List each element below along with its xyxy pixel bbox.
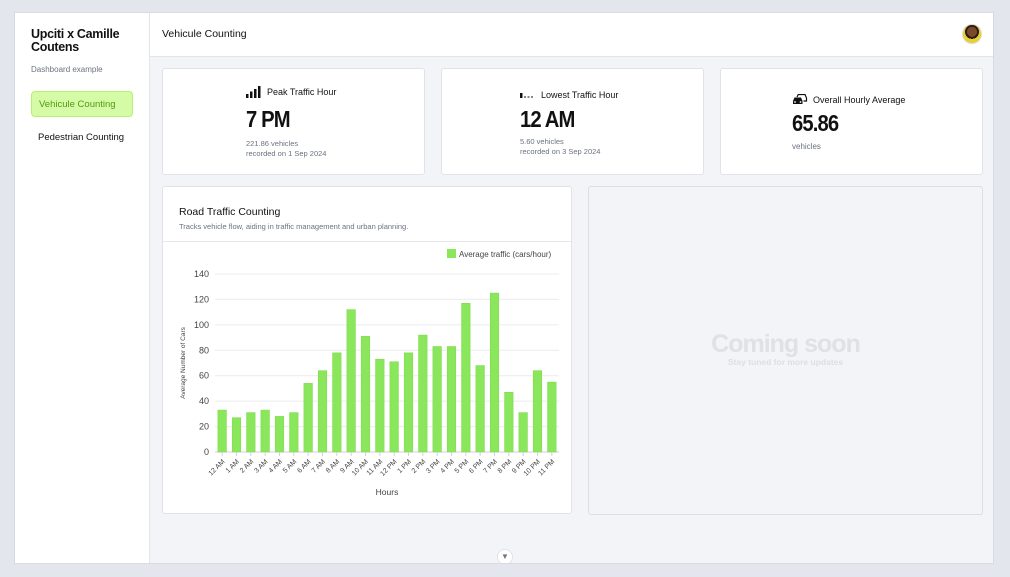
x-tick-label: 11 PM — [537, 458, 556, 477]
brand-title: Upciti x Camille Coutens — [31, 27, 120, 54]
bar — [332, 352, 342, 453]
x-tick-label: 8 AM — [325, 458, 341, 474]
kpi-card-lowest: Lowest Traffic Hour 12 AM 5.60 vehicles … — [441, 68, 704, 175]
coming-soon-panel: Coming soon Stay tuned for more updates — [588, 186, 983, 515]
kpi-card-average: Overall Hourly Average 65.86 vehicles — [720, 68, 983, 175]
kpi-lowest-detail-1: 5.60 vehicles — [520, 137, 564, 146]
y-tick-label: 60 — [199, 371, 209, 381]
bar — [489, 292, 500, 453]
bar — [389, 361, 399, 453]
legend-swatch — [447, 249, 456, 258]
coming-soon-subtitle: Stay tuned for more updates — [727, 357, 844, 367]
y-tick-label: 20 — [199, 422, 209, 432]
bar — [461, 302, 471, 453]
kpi-card-peak: Peak Traffic Hour 7 PM 221.86 vehicles r… — [162, 68, 425, 175]
kpi-peak-label: Peak Traffic Hour — [267, 87, 337, 97]
x-tick-label: 4 AM — [268, 458, 284, 474]
x-tick-label: 2 AM — [239, 458, 255, 474]
bar — [518, 412, 528, 453]
sidebar-item-pedestrian-counting[interactable]: Pedestrian Counting — [31, 125, 133, 151]
x-tick-label: 12 PM — [379, 458, 398, 477]
x-tick-label: 6 AM — [296, 458, 312, 474]
legend-label: Average traffic (cars/hour) — [459, 250, 552, 259]
y-tick-label: 100 — [194, 320, 209, 330]
bar — [260, 409, 270, 453]
traffic-bar-chart: 02040608010012014012 AM1 AM2 AM3 AM4 AM5… — [180, 249, 559, 497]
y-axis-label: Average Number of Cars — [180, 326, 187, 399]
scroll-down-button[interactable]: ▼ — [497, 549, 513, 563]
bar — [317, 370, 328, 453]
kpi-average-value: 65.86 — [792, 110, 839, 136]
kpi-lowest-label-row: Lowest Traffic Hour — [520, 90, 618, 100]
y-tick-label: 140 — [194, 269, 209, 279]
kpi-average-unit: vehicles — [792, 142, 821, 151]
kpi-lowest-value: 12 AM — [520, 106, 575, 132]
brand-subtitle: Dashboard example — [31, 65, 103, 74]
chart-card: Road Traffic Counting Tracks vehicle flo… — [162, 186, 572, 514]
cars-icon — [793, 94, 808, 104]
chevron-down-icon: ▼ — [501, 552, 509, 561]
bar — [303, 383, 313, 453]
x-tick-label: 5 AM — [282, 458, 298, 474]
chart-card-subtitle: Tracks vehicle flow, aiding in traffic m… — [179, 222, 409, 231]
app-window: Upciti x Camille Coutens Dashboard examp… — [14, 12, 994, 564]
x-tick-label: 1 PM — [396, 458, 413, 475]
bar — [432, 346, 442, 453]
y-tick-label: 40 — [199, 396, 209, 406]
x-tick-label: 7 PM — [482, 458, 499, 475]
divider — [163, 241, 571, 242]
x-axis-label: Hours — [376, 487, 399, 497]
bar — [346, 309, 356, 453]
avatar[interactable] — [962, 24, 982, 44]
bar — [532, 370, 543, 453]
bar — [504, 391, 514, 453]
y-tick-label: 80 — [199, 345, 209, 355]
bar — [217, 409, 227, 453]
kpi-peak-detail-1: 221.86 vehicles — [246, 139, 299, 148]
x-tick-label: 5 PM — [454, 458, 471, 475]
sidebar: Upciti x Camille Coutens Dashboard examp… — [15, 13, 150, 563]
bar — [289, 412, 299, 453]
y-tick-label: 0 — [204, 447, 209, 457]
x-tick-label: 7 AM — [311, 458, 327, 474]
kpi-peak-value: 7 PM — [246, 106, 291, 132]
x-tick-label: 4 PM — [439, 458, 456, 475]
x-tick-label: 8 PM — [497, 458, 514, 475]
top-bar: Vehicule Counting — [150, 13, 993, 57]
bar — [274, 416, 285, 453]
bar — [547, 381, 557, 453]
x-tick-label: 1 AM — [225, 458, 241, 474]
bar — [403, 352, 414, 453]
signal-low-icon — [520, 93, 533, 98]
chart-card-title: Road Traffic Counting — [179, 206, 281, 218]
kpi-average-label: Overall Hourly Average — [813, 94, 906, 105]
coming-soon-title: Coming soon — [711, 330, 861, 358]
kpi-peak-detail-2: recorded on 1 Sep 2024 — [246, 149, 327, 158]
kpi-average-label-row: Overall Hourly Average — [792, 94, 905, 105]
x-tick-label: 2 PM — [411, 458, 428, 475]
kpi-lowest-detail-2: recorded on 3 Sep 2024 — [520, 147, 601, 156]
x-tick-label: 12 AM — [208, 458, 227, 477]
page-title: Vehicule Counting — [162, 28, 247, 40]
x-tick-label: 6 PM — [468, 458, 485, 475]
bar — [360, 336, 371, 453]
sidebar-item-vehicule-counting[interactable]: Vehicule Counting — [31, 91, 133, 117]
bar — [446, 346, 457, 453]
signal-bars-icon — [246, 86, 261, 98]
kpi-lowest-label: Lowest Traffic Hour — [541, 90, 619, 100]
y-tick-label: 120 — [194, 294, 209, 304]
x-tick-label: 3 PM — [425, 458, 442, 475]
bar — [418, 334, 428, 453]
x-tick-label: 3 AM — [253, 458, 269, 474]
bar — [231, 417, 242, 453]
bar — [475, 365, 485, 453]
bar — [375, 358, 385, 453]
bar — [246, 412, 256, 453]
kpi-peak-label-row: Peak Traffic Hour — [246, 86, 336, 98]
